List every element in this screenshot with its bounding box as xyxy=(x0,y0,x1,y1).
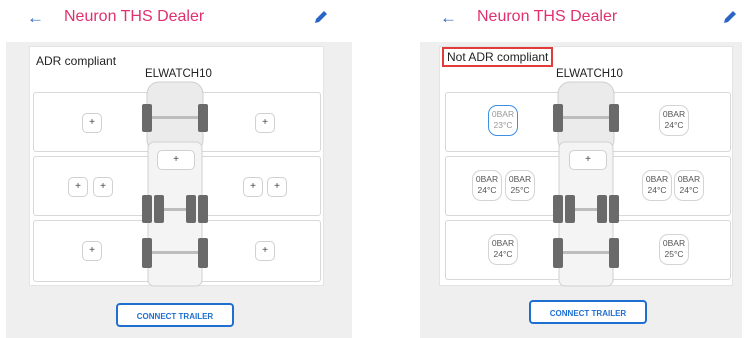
tyre-sensor[interactable]: 0BAR 25°C xyxy=(505,170,535,201)
tyre-sensor[interactable]: 0BAR 24°C xyxy=(642,170,672,201)
vehicle-name: ELWATCH10 xyxy=(145,68,212,80)
tyre-sensor[interactable]: 0BAR 24°C xyxy=(659,105,689,136)
right-screen: ← Neuron THS Dealer Not ADR compliant EL… xyxy=(386,0,746,338)
tyre-pressure: 0BAR xyxy=(677,174,701,184)
tyre-sensor[interactable]: 0BAR 24°C xyxy=(674,170,704,201)
tyre-pressure: 0BAR xyxy=(662,109,686,119)
add-spare-button[interactable]: + xyxy=(157,150,195,170)
tyre-temperature: 24°C xyxy=(647,185,667,195)
add-spare-button[interactable]: + xyxy=(569,150,607,170)
tyre-pressure: 0BAR xyxy=(491,109,515,119)
tyre-sensor[interactable]: 0BAR 23°C xyxy=(488,105,518,136)
tyre-pressure: 0BAR xyxy=(491,238,515,248)
tyre-sensor[interactable]: 0BAR 24°C xyxy=(488,234,518,265)
connect-trailer-button[interactable]: CONNECT TRAILER xyxy=(529,300,647,324)
pencil-icon[interactable] xyxy=(313,9,329,25)
tyre-temperature: 24°C xyxy=(664,120,684,130)
vehicle-name: ELWATCH10 xyxy=(556,68,623,80)
truck-diagram xyxy=(142,81,208,287)
tyre-sensor[interactable]: 0BAR 25°C xyxy=(659,234,689,265)
tyre-temperature: 25°C xyxy=(664,249,684,259)
app-title: Neuron THS Dealer xyxy=(64,8,205,25)
tyre-pressure: 0BAR xyxy=(662,238,686,248)
add-sensor-button[interactable]: + xyxy=(255,241,275,261)
tyre-temperature: 24°C xyxy=(493,249,513,259)
tyre-temperature: 24°C xyxy=(477,185,497,195)
add-sensor-button[interactable]: + xyxy=(82,241,102,261)
add-sensor-button[interactable]: + xyxy=(82,113,102,133)
adr-status: Not ADR compliant xyxy=(442,47,554,67)
tyre-pressure: 0BAR xyxy=(508,174,532,184)
tyre-temperature: 24°C xyxy=(679,185,699,195)
tyre-pressure: 0BAR xyxy=(475,174,499,184)
add-sensor-button[interactable]: + xyxy=(255,113,275,133)
add-sensor-button[interactable]: + xyxy=(267,177,287,197)
pencil-icon[interactable] xyxy=(722,9,738,25)
add-sensor-button[interactable]: + xyxy=(68,177,88,197)
tyre-temperature: 25°C xyxy=(510,185,530,195)
add-sensor-button[interactable]: + xyxy=(243,177,263,197)
back-arrow-icon[interactable]: ← xyxy=(27,8,44,28)
app-title: Neuron THS Dealer xyxy=(477,8,618,25)
adr-status: ADR compliant xyxy=(36,54,117,68)
tyre-temperature: 23°C xyxy=(493,120,513,130)
tyre-pressure: 0BAR xyxy=(645,174,669,184)
truck-diagram xyxy=(553,81,619,287)
back-arrow-icon[interactable]: ← xyxy=(440,8,457,28)
add-sensor-button[interactable]: + xyxy=(93,177,113,197)
tyre-sensor[interactable]: 0BAR 24°C xyxy=(472,170,502,201)
left-screen: ← Neuron THS Dealer ADR compliant ELWATC… xyxy=(0,0,360,338)
connect-trailer-button[interactable]: CONNECT TRAILER xyxy=(116,303,234,327)
